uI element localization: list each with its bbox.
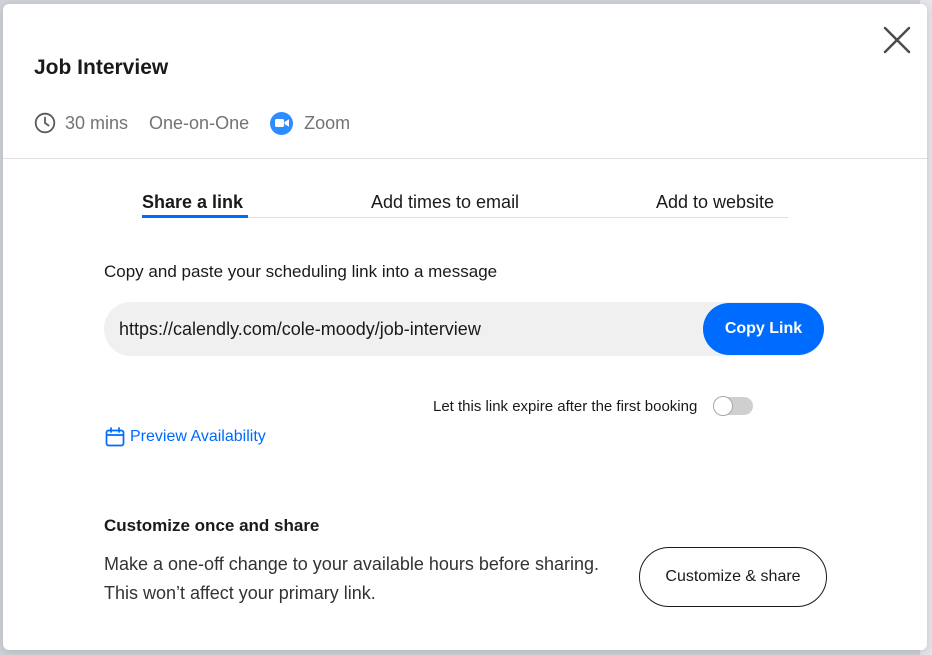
scheduling-link-text[interactable]: https://calendly.com/cole-moody/job-inte…	[119, 319, 481, 340]
toggle-knob	[713, 396, 734, 416]
customize-description: Make a one-off change to your available …	[104, 554, 599, 603]
close-button[interactable]	[881, 24, 913, 56]
tab-share-a-link[interactable]: Share a link	[142, 192, 243, 213]
event-meta: 30 mins One-on-One Zoom	[34, 110, 350, 136]
expire-link-label: Let this link expire after the first boo…	[433, 397, 698, 415]
active-tab-indicator	[142, 215, 248, 218]
preview-availability-label: Preview Availability	[130, 428, 266, 445]
customize-and-share-button[interactable]: Customize & share	[639, 547, 827, 607]
close-icon	[883, 26, 911, 54]
zoom-camera-icon	[270, 111, 294, 135]
expire-link-row: Let this link expire after the first boo…	[433, 395, 754, 417]
share-tabs: Share a link Add times to email Add to w…	[142, 184, 788, 218]
scheduling-link-field[interactable]: https://calendly.com/cole-moody/job-inte…	[104, 302, 824, 356]
header-divider	[3, 158, 927, 159]
customize-title: Customize once and share	[104, 516, 320, 535]
share-event-modal: Job Interview 30 mins One-on-One Zoom Sh…	[3, 4, 927, 650]
clock-icon	[34, 112, 56, 134]
tab-add-times-to-email[interactable]: Add times to email	[371, 192, 519, 213]
calendar-icon	[105, 427, 125, 447]
event-duration: 30 mins	[65, 112, 129, 133]
copy-link-button[interactable]: Copy Link	[703, 303, 824, 355]
share-instruction: Copy and paste your scheduling link into…	[104, 262, 498, 281]
event-title: Job Interview	[34, 56, 169, 79]
expire-link-toggle[interactable]	[713, 396, 754, 416]
event-kind: One-on-One	[149, 112, 250, 133]
tab-add-to-website[interactable]: Add to website	[656, 192, 774, 213]
preview-availability-link[interactable]: Preview Availability	[105, 426, 266, 448]
event-location: Zoom	[304, 112, 351, 133]
